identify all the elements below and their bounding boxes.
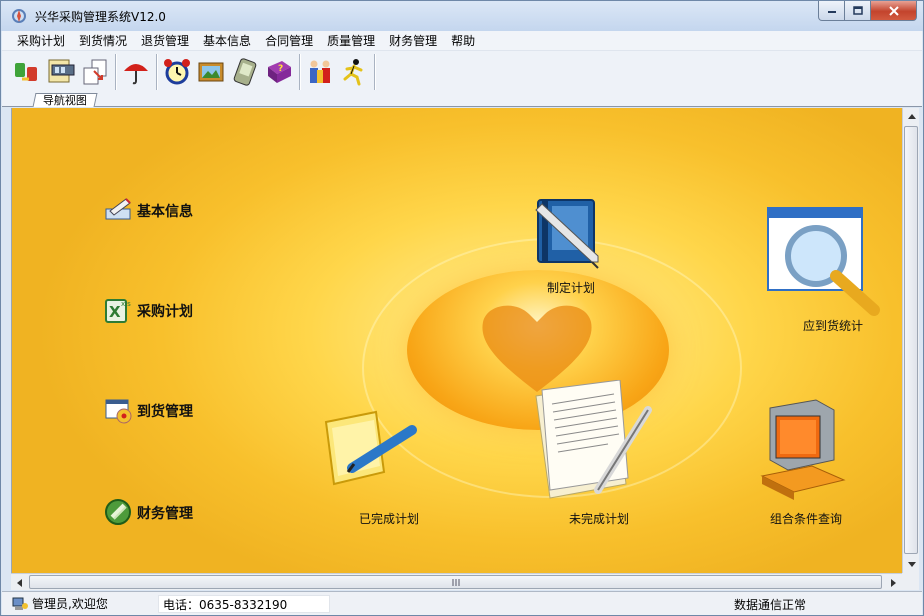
feature-combined-query[interactable]: 组合条件查询 (770, 510, 842, 527)
toolbar-separator (374, 54, 375, 90)
nav-finance-mgmt[interactable]: 财务管理 (137, 503, 193, 523)
finance-icon[interactable] (104, 497, 132, 525)
toolbar: ? (2, 51, 922, 93)
arrival-settings-icon[interactable] (104, 396, 132, 424)
minimize-icon (827, 10, 836, 13)
menu-finance-mgmt[interactable]: 财务管理 (382, 31, 444, 51)
menu-contract-mgmt[interactable]: 合同管理 (258, 31, 320, 51)
menu-return-mgmt[interactable]: 退货管理 (134, 31, 196, 51)
feature-make-plan[interactable]: 制定计划 (547, 279, 595, 296)
title-bar[interactable]: 兴华采购管理系统V12.0 (1, 1, 923, 31)
arrow-up-icon (907, 114, 916, 119)
horizontal-scroll-thumb[interactable] (29, 575, 882, 589)
nav-basic-info[interactable]: 基本信息 (137, 201, 193, 221)
users-icon (310, 60, 330, 83)
scroll-left-button[interactable] (11, 574, 28, 591)
toolbar-alarm-clock-button[interactable] (160, 55, 194, 89)
horizontal-scrollbar[interactable] (11, 573, 902, 590)
toolbar-help-book-button[interactable]: ? (262, 55, 296, 89)
tab-nav-view[interactable]: 导航视图 (32, 93, 98, 107)
close-icon (888, 5, 899, 16)
pda-icon (233, 58, 257, 86)
umbrella-icon (124, 64, 148, 85)
menu-bar: 采购计划 到货情况 退货管理 基本信息 合同管理 质量管理 财务管理 帮助 (2, 31, 922, 51)
completed-plan-icon[interactable] (318, 408, 418, 497)
menu-quality-mgmt[interactable]: 质量管理 (320, 31, 382, 51)
scroll-up-button[interactable] (903, 108, 920, 125)
svg-text:xls: xls (121, 300, 131, 308)
menu-basic-info[interactable]: 基本信息 (196, 31, 258, 51)
window-title: 兴华采购管理系统V12.0 (35, 9, 166, 24)
help-book-icon: ? (268, 61, 291, 83)
feature-uncompleted-plan[interactable]: 未完成计划 (569, 510, 629, 527)
toolbar-documents-button[interactable] (78, 55, 112, 89)
toolbar-pda-button[interactable] (228, 55, 262, 89)
basic-info-icon[interactable] (104, 197, 132, 225)
scroll-corner (902, 573, 919, 590)
film-document-icon (48, 59, 75, 83)
svg-text:X: X (109, 303, 121, 321)
close-button[interactable] (871, 1, 917, 21)
minimize-button[interactable] (818, 1, 845, 21)
toolbar-running-man-button[interactable] (337, 55, 371, 89)
alarm-clock-icon (164, 59, 190, 85)
app-logo-icon (11, 8, 27, 24)
toolbar-separator (115, 54, 116, 90)
app-window: 兴华采购管理系统V12.0 采购计划 到货情况 退货管理 基本信息 合同管理 质… (0, 0, 924, 616)
svg-text:?: ? (278, 64, 283, 74)
grip-icon (452, 578, 459, 586)
toolbar-exchange-button[interactable] (10, 55, 44, 89)
toolbar-users-button[interactable] (303, 55, 337, 89)
status-user-text: 管理员,欢迎您 (32, 597, 108, 611)
menu-arrival-status[interactable]: 到货情况 (72, 31, 134, 51)
maximize-button[interactable] (845, 1, 871, 21)
scroll-down-button[interactable] (903, 556, 920, 573)
arrow-right-icon (891, 578, 896, 587)
feature-completed-plan[interactable]: 已完成计划 (359, 510, 419, 527)
arrival-stats-icon[interactable] (766, 206, 888, 319)
nav-arrival-mgmt[interactable]: 到货管理 (137, 401, 193, 421)
excel-icon[interactable]: Xxls (104, 296, 132, 324)
menu-help[interactable]: 帮助 (444, 31, 482, 51)
menu-purchase-plan[interactable]: 采购计划 (2, 31, 72, 51)
status-bar: 管理员,欢迎您 电话：0635-8332190 数据通信正常 (2, 591, 922, 615)
make-plan-icon[interactable] (528, 196, 604, 273)
tab-nav-view-label: 导航视图 (42, 94, 87, 107)
running-man-icon (343, 59, 363, 86)
nav-purchase-plan[interactable]: 采购计划 (137, 301, 193, 321)
navigation-canvas: 基本信息 Xxls 采购计划 到货管理 财务管理 制定计划 应到货统计 已完成计… (11, 108, 902, 573)
window-controls (818, 1, 917, 21)
arrow-left-icon (17, 578, 22, 587)
exchange-icon (15, 63, 37, 81)
arrow-down-icon (907, 562, 916, 567)
documents-arrow-icon (83, 59, 107, 85)
scroll-right-button[interactable] (885, 574, 902, 591)
toolbar-separator (299, 54, 300, 90)
vertical-scrollbar[interactable] (902, 108, 919, 573)
computer-user-icon (12, 597, 28, 610)
toolbar-separator (156, 54, 157, 90)
toolbar-picture-button[interactable] (194, 55, 228, 89)
uncompleted-plan-icon[interactable] (528, 379, 658, 507)
vertical-scroll-thumb[interactable] (904, 126, 918, 554)
picture-icon (198, 62, 224, 82)
feature-arrival-stats[interactable]: 应到货统计 (803, 317, 863, 334)
toolbar-film-document-button[interactable] (44, 55, 78, 89)
maximize-icon (852, 6, 863, 15)
status-phone-panel: 电话：0635-8332190 (158, 594, 330, 613)
toolbar-umbrella-button[interactable] (119, 55, 153, 89)
status-connection-text: 数据通信正常 (733, 598, 806, 612)
combined-query-icon[interactable] (754, 398, 850, 505)
status-user-panel: 管理员,欢迎您 (12, 595, 158, 612)
view-tabstrip: 导航视图 (2, 93, 922, 107)
